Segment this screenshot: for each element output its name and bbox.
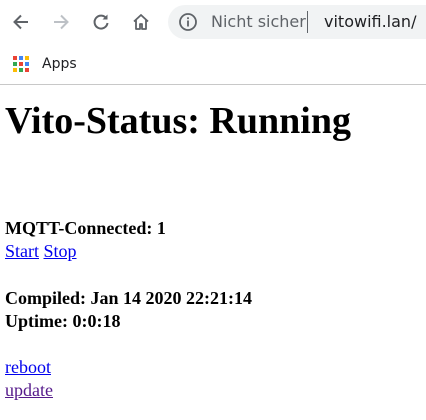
stop-link[interactable]: Stop (44, 241, 77, 261)
omnibox-separator (307, 11, 308, 33)
forward-button[interactable] (47, 8, 75, 36)
control-links: Start Stop (5, 240, 77, 262)
page-title: Vito-Status: Running (5, 100, 351, 142)
url-text[interactable]: vitowifi.lan/ (324, 12, 416, 31)
address-bar[interactable]: Nicht sicher vitowifi.lan/ (168, 5, 426, 39)
reload-icon (93, 14, 109, 30)
mqtt-status: MQTT-Connected: 1 (5, 218, 166, 238)
back-arrow-icon (13, 14, 28, 30)
update-link[interactable]: update (5, 380, 53, 400)
reload-button[interactable] (87, 8, 115, 36)
forward-arrow-icon (54, 14, 69, 30)
security-label: Nicht sicher (211, 12, 306, 31)
reboot-link[interactable]: reboot (5, 357, 51, 377)
uptime-info: Uptime: 0:0:18 (5, 311, 121, 331)
bookmarks-bar: Apps (0, 44, 426, 85)
reboot-row: reboot (5, 356, 51, 378)
browser-toolbar: Nicht sicher vitowifi.lan/ (0, 0, 426, 44)
apps-bookmark[interactable]: Apps (13, 54, 77, 74)
start-link[interactable]: Start (5, 241, 39, 261)
home-button[interactable] (127, 8, 155, 36)
back-button[interactable] (7, 8, 35, 36)
apps-label: Apps (42, 56, 77, 72)
info-icon[interactable] (178, 12, 198, 32)
update-row: update (5, 379, 53, 401)
apps-grid-icon (13, 55, 30, 73)
compiled-info: Compiled: Jan 14 2020 22:21:14 (5, 288, 252, 308)
home-icon (133, 14, 149, 30)
